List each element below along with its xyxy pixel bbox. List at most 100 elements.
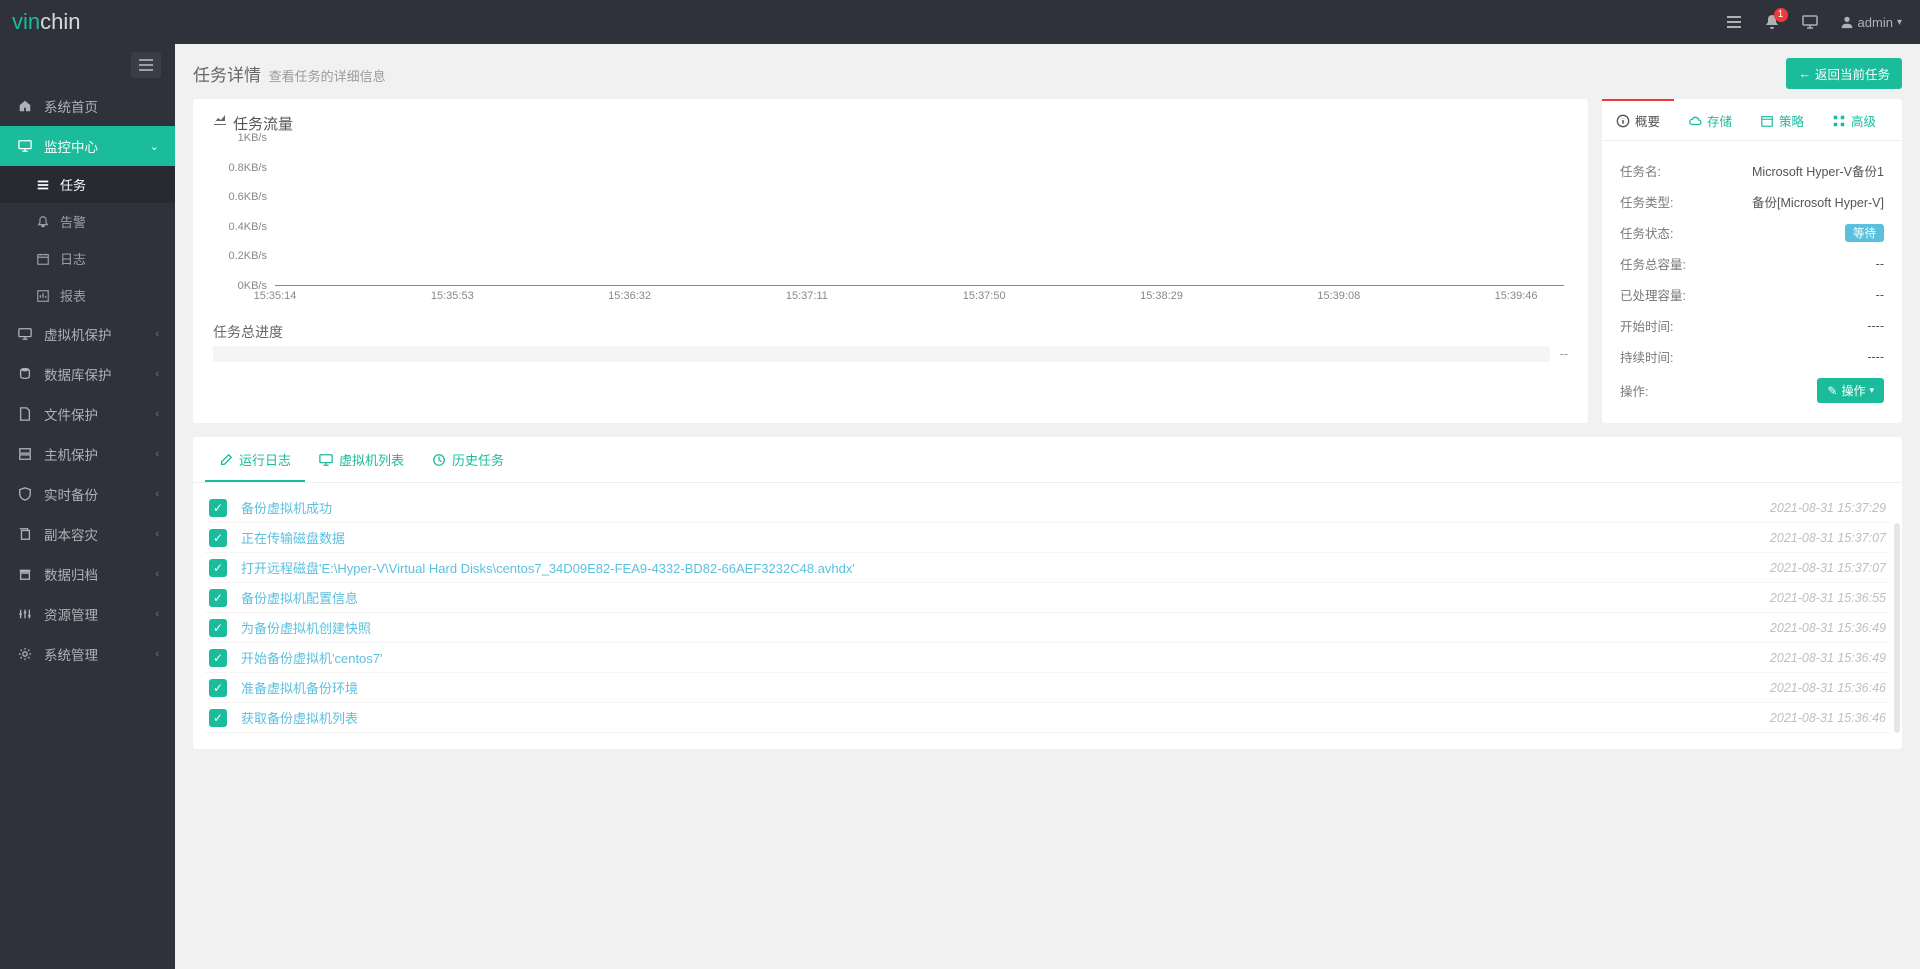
sidebar-sub-1-0[interactable]: 任务 [0, 166, 175, 203]
tasks-icon[interactable] [1726, 14, 1742, 30]
check-icon: ✓ [209, 679, 227, 697]
sidebar-sub-1-1[interactable]: 告警 [0, 203, 175, 240]
page-title: 任务详情 [193, 66, 261, 85]
sidebar-sub-1-2[interactable]: 日志 [0, 240, 175, 277]
home-icon [16, 99, 34, 113]
sidebar-item-0[interactable]: 系统首页 [0, 86, 175, 126]
bell-icon [36, 215, 52, 229]
log-message: 正在传输磁盘数据 [241, 528, 1770, 547]
log-time: 2021-08-31 15:37:07 [1770, 531, 1886, 545]
arrow-left-icon: ← [1798, 67, 1811, 81]
sidebar: 系统首页监控中心⌄任务告警日志报表虚拟机保护‹数据库保护‹文件保护‹主机保护‹实… [0, 44, 175, 969]
bottom-tab-0[interactable]: 运行日志 [205, 437, 305, 482]
log-tabs: 运行日志虚拟机列表历史任务 [193, 437, 1902, 483]
overview-tabs: 概要存储策略高级 [1602, 99, 1902, 141]
bars-icon [36, 178, 52, 192]
log-message: 备份虚拟机成功 [241, 498, 1770, 517]
bottom-tab-1[interactable]: 虚拟机列表 [305, 437, 418, 482]
y-tick: 0.8KB/s [228, 162, 267, 174]
x-tick: 15:39:46 [1495, 290, 1538, 302]
back-button[interactable]: ← 返回当前任务 [1786, 58, 1902, 89]
log-row: ✓获取备份虚拟机列表2021-08-31 15:36:46 [205, 703, 1890, 733]
chevron-icon: ⌄ [150, 140, 159, 153]
wrench-icon: ✎ [1827, 384, 1837, 398]
action-button[interactable]: ✎ 操作 ▾ [1817, 378, 1884, 403]
chevron-icon: ‹ [155, 528, 159, 540]
report-icon [36, 289, 52, 303]
info-row-2: 任务状态:等待 [1620, 217, 1884, 248]
log-message: 获取备份虚拟机列表 [241, 708, 1770, 727]
info-row-3: 任务总容量:-- [1620, 248, 1884, 279]
db-icon [16, 367, 34, 381]
log-row: ✓备份虚拟机配置信息2021-08-31 15:36:55 [205, 583, 1890, 613]
bell-icon[interactable]: 1 [1764, 14, 1780, 30]
cal-icon [1760, 114, 1774, 128]
chevron-icon: ‹ [155, 448, 159, 460]
log-time: 2021-08-31 15:37:07 [1770, 561, 1886, 575]
overview-tab-3[interactable]: 高级 [1818, 99, 1890, 140]
chevron-icon: ‹ [155, 368, 159, 380]
progress-value: -- [1560, 347, 1568, 361]
info-row-1: 任务类型:备份[Microsoft Hyper-V] [1620, 186, 1884, 217]
bottom-tab-2[interactable]: 历史任务 [418, 437, 518, 482]
monitor-icon[interactable] [1802, 14, 1818, 30]
chevron-icon: ‹ [155, 488, 159, 500]
user-menu[interactable]: admin ▾ [1840, 15, 1902, 30]
sidebar-item-6[interactable]: 实时备份‹ [0, 474, 175, 514]
collapse-toggle[interactable] [131, 52, 161, 78]
user-name: admin [1858, 15, 1893, 30]
chevron-down-icon: ▾ [1869, 385, 1874, 396]
sidebar-sub-1-3[interactable]: 报表 [0, 277, 175, 314]
overview-tab-2[interactable]: 策略 [1746, 99, 1818, 140]
monitor-icon [319, 453, 333, 467]
notif-badge: 1 [1774, 8, 1788, 22]
x-tick: 15:37:11 [786, 290, 828, 302]
check-icon: ✓ [209, 529, 227, 547]
cloud-icon [1688, 114, 1702, 128]
info-row-7: 操作:✎ 操作 ▾ [1620, 372, 1884, 409]
y-tick: 0.4KB/s [228, 221, 267, 233]
sidebar-item-5[interactable]: 主机保护‹ [0, 434, 175, 474]
scrollbar[interactable] [1894, 523, 1900, 733]
grid-icon [1832, 114, 1846, 128]
overview-tab-0[interactable]: 概要 [1602, 99, 1674, 140]
x-tick: 15:39:08 [1317, 290, 1360, 302]
check-icon: ✓ [209, 589, 227, 607]
sidebar-item-8[interactable]: 数据归档‹ [0, 554, 175, 594]
sidebar-item-9[interactable]: 资源管理‹ [0, 594, 175, 634]
y-tick: 0.6KB/s [228, 191, 267, 203]
chevron-down-icon: ▾ [1897, 17, 1902, 28]
flow-card: 任务流量 0KB/s0.2KB/s0.4KB/s0.6KB/s0.8KB/s1K… [193, 99, 1588, 423]
x-tick: 15:38:29 [1140, 290, 1183, 302]
sidebar-item-1[interactable]: 监控中心⌄ [0, 126, 175, 166]
overview-tab-1[interactable]: 存储 [1674, 99, 1746, 140]
gear-icon [16, 647, 34, 661]
chevron-icon: ‹ [155, 408, 159, 420]
chart-title: 任务流量 [213, 113, 1568, 134]
calendar-icon [36, 252, 52, 266]
log-time: 2021-08-31 15:36:49 [1770, 621, 1886, 635]
info-row-0: 任务名:Microsoft Hyper-V备份1 [1620, 155, 1884, 186]
log-message: 打开远程磁盘'E:\Hyper-V\Virtual Hard Disks\cen… [241, 558, 1770, 577]
monitor-icon [16, 327, 34, 341]
file-icon [16, 407, 34, 421]
x-tick: 15:35:53 [431, 290, 474, 302]
flow-chart: 0KB/s0.2KB/s0.4KB/s0.6KB/s0.8KB/s1KB/s15… [219, 138, 1568, 308]
info-row-6: 持续时间:---- [1620, 341, 1884, 372]
sidebar-item-10[interactable]: 系统管理‹ [0, 634, 175, 674]
log-row: ✓备份虚拟机成功2021-08-31 15:37:29 [205, 493, 1890, 523]
sidebar-item-4[interactable]: 文件保护‹ [0, 394, 175, 434]
x-tick: 15:36:32 [608, 290, 651, 302]
log-time: 2021-08-31 15:36:46 [1770, 681, 1886, 695]
log-row: ✓为备份虚拟机创建快照2021-08-31 15:36:49 [205, 613, 1890, 643]
log-row: ✓打开远程磁盘'E:\Hyper-V\Virtual Hard Disks\ce… [205, 553, 1890, 583]
chart-series-line [275, 285, 1564, 286]
brand-logo: vinchin [12, 9, 80, 35]
sidebar-item-2[interactable]: 虚拟机保护‹ [0, 314, 175, 354]
main-content: 任务详情 查看任务的详细信息 ← 返回当前任务 任务流量 0KB/s0.2KB/… [175, 44, 1920, 969]
log-row: ✓ 正在传输磁盘数据2021-08-31 15:37:07 [205, 523, 1890, 553]
info-row-5: 开始时间:---- [1620, 310, 1884, 341]
sidebar-item-7[interactable]: 副本容灾‹ [0, 514, 175, 554]
sidebar-item-3[interactable]: 数据库保护‹ [0, 354, 175, 394]
check-icon: ✓ [209, 709, 227, 727]
